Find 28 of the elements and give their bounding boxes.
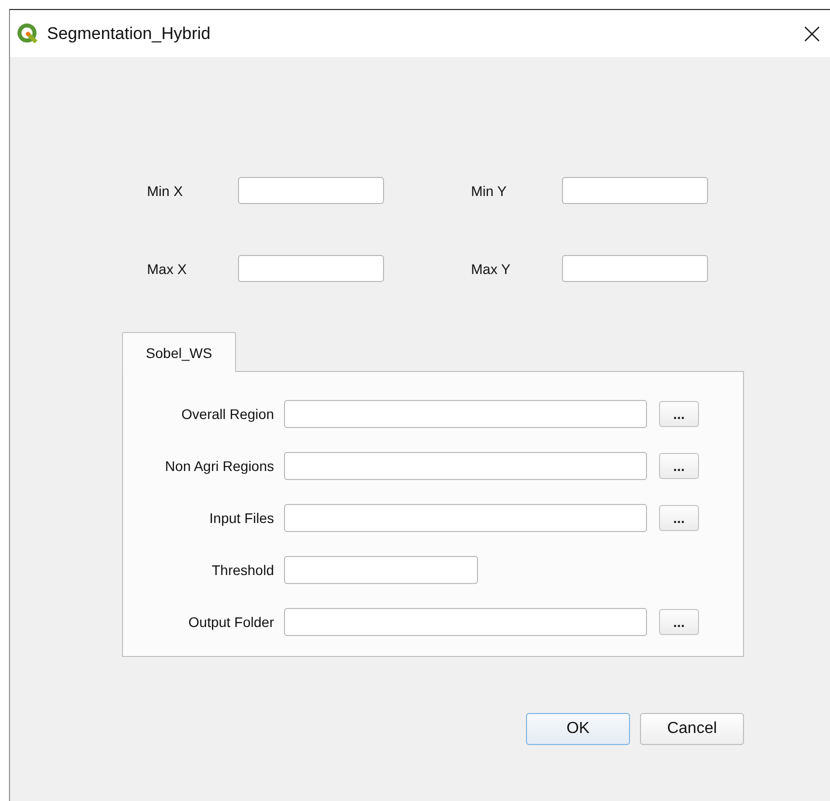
input-field[interactable] — [284, 556, 478, 584]
input-field[interactable] — [284, 452, 647, 480]
input-field[interactable] — [284, 400, 647, 428]
input-field[interactable] — [284, 608, 647, 636]
tab[interactable]: Sobel_WS — [122, 332, 236, 372]
logo-icon — [17, 23, 38, 44]
input-field[interactable] — [238, 255, 384, 282]
field-label: Non Agri Regions — [164, 458, 275, 474]
input-field[interactable] — [562, 255, 708, 282]
field-label: Output Folder — [187, 614, 275, 630]
input-field[interactable] — [238, 177, 384, 204]
browse-button[interactable]: ... — [659, 505, 699, 531]
window-title: Segmentation_Hybrid — [47, 24, 212, 44]
field-label: Min X — [147, 182, 184, 198]
field-label: Max X — [147, 260, 188, 276]
browse-button[interactable]: ... — [659, 609, 699, 635]
field-label: Max Y — [471, 260, 512, 276]
field-label: Threshold — [210, 562, 275, 578]
close-icon[interactable] — [804, 26, 820, 42]
field-label: Overall Region — [180, 406, 275, 422]
field-label: Input Files — [208, 510, 275, 526]
browse-button[interactable]: ... — [659, 453, 699, 479]
browse-button[interactable]: ... — [659, 401, 699, 427]
ok-button[interactable]: OK — [526, 713, 630, 745]
input-field[interactable] — [284, 504, 647, 532]
cancel-button[interactable]: Cancel — [640, 713, 744, 745]
field-label: Min Y — [471, 182, 508, 198]
input-field[interactable] — [562, 177, 708, 204]
